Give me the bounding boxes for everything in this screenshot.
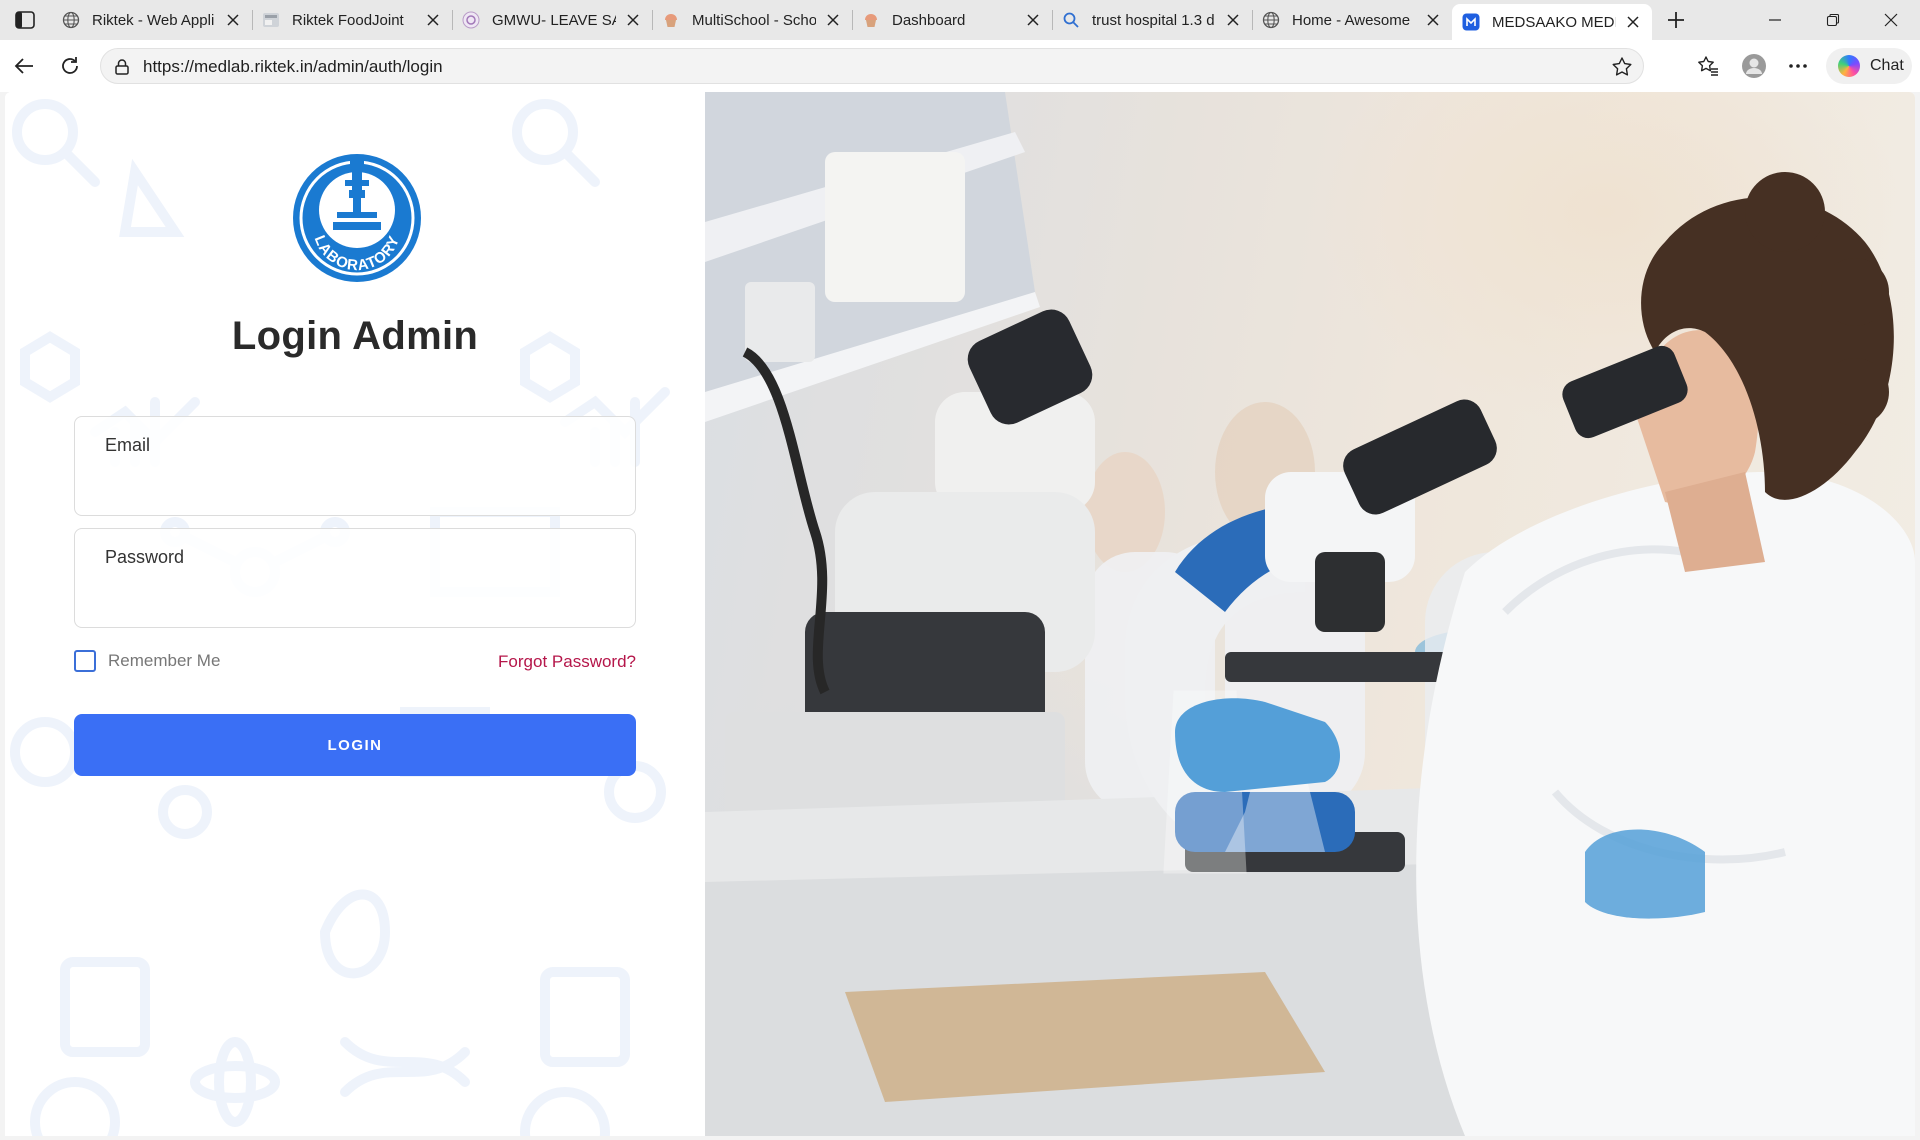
ellipsis-icon xyxy=(1789,64,1807,68)
tab-title: Riktek FoodJoint xyxy=(292,11,404,29)
tab-title: GMWU- LEAVE SA xyxy=(492,11,616,29)
remember-me-label[interactable]: Remember Me xyxy=(108,651,220,671)
globe-icon xyxy=(62,11,80,29)
favorites-list-icon xyxy=(1698,56,1718,76)
browser-tab[interactable]: MEDSAAKO MEDIC xyxy=(1452,4,1652,40)
address-bar[interactable] xyxy=(100,48,1644,85)
password-input[interactable] xyxy=(105,577,605,613)
browser-tab[interactable]: trust hospital 1.3 d xyxy=(1052,0,1252,40)
login-panel: LABORATORY Login Admin Email Password Re… xyxy=(5,92,705,1136)
tab-actions-icon xyxy=(15,11,35,29)
favorites-button[interactable] xyxy=(1692,50,1724,82)
close-tab-icon[interactable] xyxy=(424,11,442,29)
more-menu-button[interactable] xyxy=(1782,50,1814,82)
browser-tab[interactable]: Riktek FoodJoint xyxy=(252,0,452,40)
tab-separator xyxy=(852,10,853,30)
new-tab-button[interactable] xyxy=(1662,6,1690,34)
close-tab-icon[interactable] xyxy=(1424,11,1442,29)
page-viewport: LABORATORY Login Admin Email Password Re… xyxy=(5,92,1915,1136)
close-tab-icon[interactable] xyxy=(1624,13,1642,31)
close-tab-icon[interactable] xyxy=(224,11,242,29)
refresh-icon xyxy=(62,57,78,74)
email-field[interactable]: Email xyxy=(74,416,636,516)
browser-tab[interactable]: Riktek - Web Appli xyxy=(52,0,252,40)
lock-icon xyxy=(115,59,129,75)
favorite-star-icon[interactable] xyxy=(1611,56,1633,78)
globe-icon xyxy=(1262,11,1280,29)
search-icon xyxy=(1062,11,1080,29)
restore-icon xyxy=(1826,13,1840,27)
laboratory-logo: LABORATORY xyxy=(293,154,421,282)
tab-separator xyxy=(1252,10,1253,30)
refresh-button[interactable] xyxy=(54,50,86,82)
browser-tab[interactable]: Home - Awesome xyxy=(1252,0,1452,40)
close-tab-icon[interactable] xyxy=(1024,11,1042,29)
close-window-button[interactable] xyxy=(1862,0,1920,40)
forgot-password-link[interactable]: Forgot Password? xyxy=(498,652,636,672)
tab-separator xyxy=(252,10,253,30)
remember-me-checkbox[interactable] xyxy=(74,650,96,672)
app-logo-icon xyxy=(1462,13,1480,31)
cupcake-icon xyxy=(862,11,880,29)
close-tab-icon[interactable] xyxy=(624,11,642,29)
tab-title: Riktek - Web Appli xyxy=(92,11,215,29)
back-button[interactable] xyxy=(8,50,40,82)
tab-separator xyxy=(452,10,453,30)
chat-label: Chat xyxy=(1870,57,1904,74)
email-label: Email xyxy=(105,435,151,455)
tab-title: trust hospital 1.3 d xyxy=(1092,11,1215,29)
browser-tab[interactable]: Dashboard xyxy=(852,0,1052,40)
close-tab-icon[interactable] xyxy=(824,11,842,29)
remember-me-row[interactable]: Remember Me xyxy=(74,650,220,672)
tab-title: Dashboard xyxy=(892,11,966,29)
tab-title: MultiSchool - Scho xyxy=(692,11,816,29)
login-button[interactable]: LOGIN xyxy=(74,714,636,776)
password-field[interactable]: Password xyxy=(74,528,636,628)
url-input[interactable] xyxy=(143,49,1543,85)
copilot-chat-button[interactable]: Chat xyxy=(1826,48,1912,84)
tab-separator xyxy=(1052,10,1053,30)
arrow-left-icon xyxy=(14,58,33,74)
tab-title: MEDSAAKO MEDIC xyxy=(1492,13,1616,31)
email-input[interactable] xyxy=(105,465,605,501)
tab-list: Riktek - Web Appli Riktek FoodJoint GMWU- … xyxy=(52,0,1652,40)
plus-icon xyxy=(1668,12,1684,28)
profile-button[interactable] xyxy=(1738,50,1770,82)
cupcake-icon xyxy=(662,11,680,29)
browser-tab[interactable]: GMWU- LEAVE SA xyxy=(452,0,652,40)
page-title: Login Admin xyxy=(231,314,479,358)
password-label: Password xyxy=(105,547,185,567)
copilot-icon xyxy=(1838,55,1860,77)
browser-tab[interactable]: MultiSchool - Scho xyxy=(652,0,852,40)
hero-image xyxy=(705,92,1915,1136)
tab-title: Home - Awesome xyxy=(1292,11,1411,29)
tab-separator xyxy=(652,10,653,30)
close-icon xyxy=(1884,13,1898,27)
tab-actions-button[interactable] xyxy=(10,8,40,32)
tab-strip: Riktek - Web Appli Riktek FoodJoint GMWU- … xyxy=(0,0,1920,40)
logo-icon xyxy=(462,11,480,29)
minimize-icon xyxy=(1769,19,1781,21)
page-thumbnail-icon xyxy=(262,11,280,29)
minimize-button[interactable] xyxy=(1746,0,1804,40)
avatar xyxy=(1742,54,1766,78)
lab-scientist-illustration xyxy=(705,92,1915,1136)
browser-toolbar: Chat xyxy=(0,40,1920,92)
close-tab-icon[interactable] xyxy=(1224,11,1242,29)
restore-button[interactable] xyxy=(1804,0,1862,40)
